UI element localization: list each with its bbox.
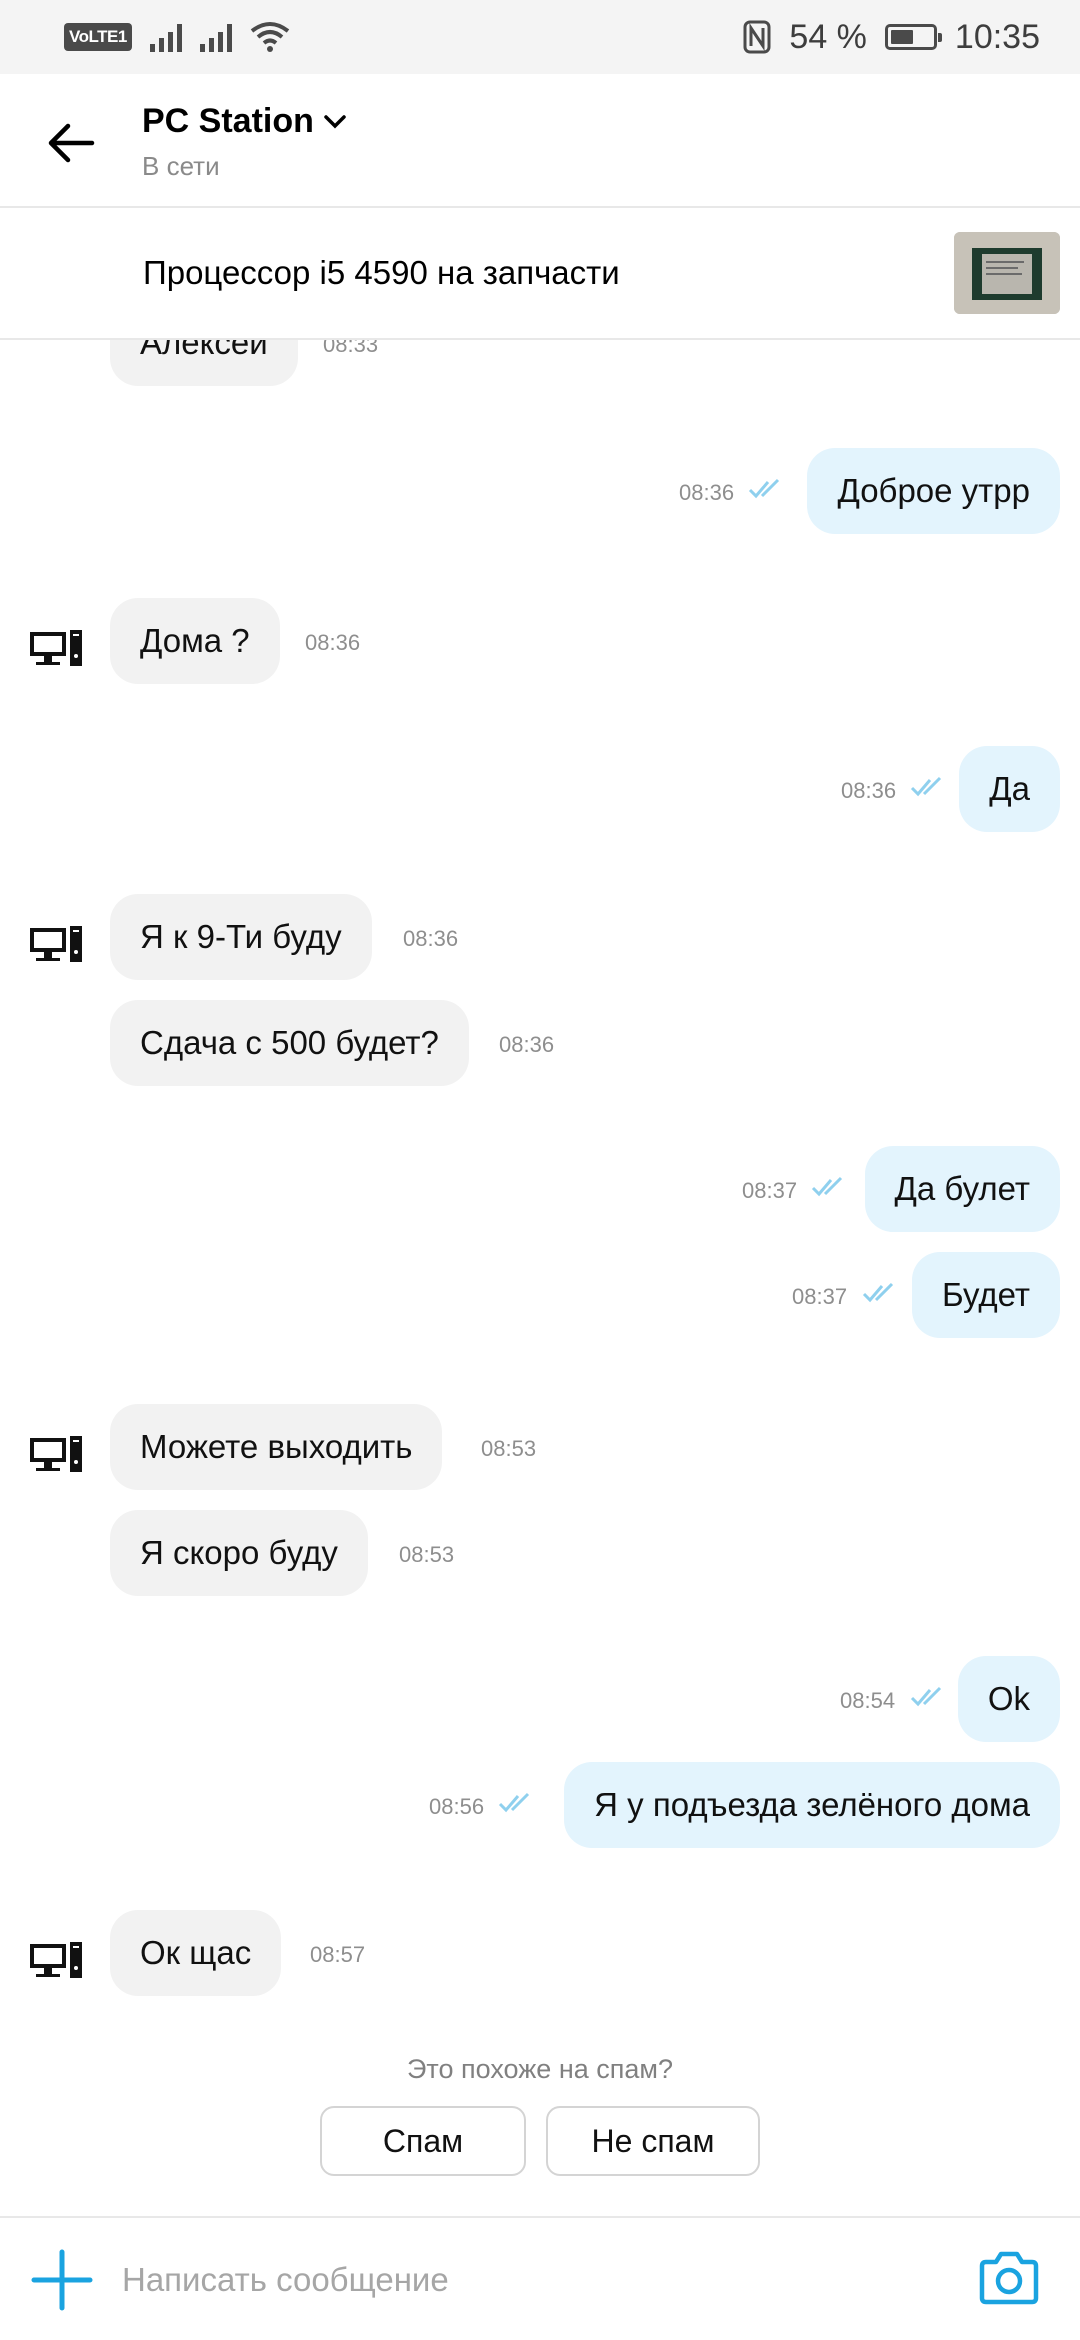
- message-text: Будет: [942, 1276, 1030, 1313]
- message-text: Дома ?: [140, 622, 250, 659]
- message-input[interactable]: [122, 2246, 952, 2314]
- computer-icon: [30, 630, 82, 666]
- listing-thumbnail[interactable]: [954, 232, 1060, 314]
- message-time: 08:53: [399, 1542, 455, 1567]
- chevron-down-icon: [324, 114, 346, 128]
- chat-header: PC Station В сети: [0, 74, 1080, 208]
- contact-info[interactable]: PC Station В сети: [142, 102, 346, 182]
- not-spam-button[interactable]: Не спам: [546, 2106, 760, 2176]
- message-time: 08:36: [841, 778, 897, 803]
- contact-name: PC Station: [142, 102, 314, 140]
- message-text: Да булет: [894, 1170, 1030, 1207]
- message-time: 08:57: [310, 1942, 366, 1967]
- message-incoming[interactable]: Можете выходить: [110, 1404, 443, 1490]
- contact-status: В сети: [142, 151, 220, 181]
- volte-badge: VoLTE1: [64, 23, 132, 51]
- message-outgoing[interactable]: Доброе утрр: [807, 448, 1060, 534]
- message-text: Сдача с 500 будет?: [140, 1024, 439, 1061]
- signal-sim1-icon: [149, 22, 182, 52]
- double-check-icon: [910, 1686, 942, 1707]
- listing-title: Процессор i5 4590 на запчасти: [143, 254, 620, 291]
- camera-icon[interactable]: [978, 2250, 1040, 2306]
- message-time: 08:37: [742, 1178, 798, 1203]
- spam-button[interactable]: Спам: [320, 2106, 526, 2176]
- message-text: Алексей: [140, 340, 268, 361]
- status-left: VoLTE1: [64, 21, 290, 53]
- message-text: Я к 9-Ти буду: [140, 918, 342, 955]
- volte-label: VoLTE: [69, 27, 118, 46]
- message-incoming[interactable]: Сдача с 500 будет?: [110, 1000, 469, 1086]
- computer-icon: [30, 926, 82, 962]
- message-time: 08:36: [499, 1032, 555, 1057]
- double-check-icon: [748, 478, 780, 499]
- message-outgoing[interactable]: Да булет: [864, 1146, 1060, 1232]
- message-text: Ok: [987, 1680, 1030, 1717]
- message-time: 08:37: [792, 1284, 848, 1309]
- sim-slot: 1: [117, 27, 127, 46]
- arrow-left-icon[interactable]: [44, 116, 98, 170]
- message-incoming[interactable]: Я к 9-Ти буду: [110, 894, 372, 980]
- message-outgoing[interactable]: Да: [959, 746, 1060, 832]
- message-text: Можете выходить: [140, 1428, 413, 1465]
- double-check-icon: [498, 1792, 530, 1813]
- message-text: Да: [989, 770, 1030, 807]
- message-list[interactable]: Алексей 08:33 Доброе утрр 08:36 Дома ? 0…: [0, 340, 1080, 2220]
- battery-icon: [884, 24, 942, 50]
- battery-percent: 54 %: [789, 17, 867, 56]
- double-check-icon: [910, 776, 942, 797]
- message-time: 08:54: [840, 1688, 896, 1713]
- contact-title[interactable]: PC Station: [142, 102, 346, 141]
- message-incoming[interactable]: Ок щас: [110, 1910, 282, 1996]
- message-time: 08:36: [679, 480, 735, 505]
- message-text: Я скоро буду: [140, 1534, 338, 1571]
- message-outgoing[interactable]: Я у подъезда зелёного дома: [564, 1762, 1060, 1848]
- spam-button-label: Спам: [382, 2122, 464, 2159]
- computer-icon: [30, 1942, 82, 1978]
- clock: 10:35: [954, 17, 1040, 56]
- listing-bar[interactable]: Процессор i5 4590 на запчасти: [0, 208, 1080, 340]
- status-bar: VoLTE1 54 % 10:35: [0, 0, 1080, 74]
- message-time: 08:36: [305, 630, 361, 655]
- message-incoming[interactable]: Алексей: [110, 340, 298, 386]
- message-time: 08:56: [429, 1794, 485, 1819]
- message-outgoing[interactable]: Будет: [912, 1252, 1060, 1338]
- message-time: 08:36: [403, 926, 459, 951]
- plus-icon[interactable]: [30, 2248, 94, 2312]
- signal-sim2-icon: [199, 22, 232, 52]
- message-text: Я у подъезда зелёного дома: [594, 1786, 1030, 1823]
- message-text: Доброе утрр: [837, 472, 1030, 509]
- nfc-icon: [743, 20, 771, 54]
- message-incoming[interactable]: Дома ?: [110, 598, 280, 684]
- message-time: 08:33: [323, 340, 379, 357]
- battery-fill: [890, 30, 913, 44]
- cpu-image-icon: [954, 232, 1060, 314]
- spam-question: Это похоже на спам?: [407, 2054, 673, 2084]
- wifi-icon: [250, 22, 290, 52]
- status-right: 54 % 10:35: [743, 18, 1040, 57]
- message-outgoing[interactable]: Ok: [957, 1656, 1060, 1742]
- not-spam-button-label: Не спам: [591, 2122, 715, 2159]
- message-time: 08:53: [481, 1436, 537, 1461]
- computer-icon: [30, 1436, 82, 1472]
- message-composer: [0, 2216, 1080, 2340]
- message-incoming[interactable]: Я скоро буду: [110, 1510, 368, 1596]
- double-check-icon: [862, 1282, 894, 1303]
- double-check-icon: [811, 1176, 843, 1197]
- message-text: Ок щас: [140, 1934, 252, 1971]
